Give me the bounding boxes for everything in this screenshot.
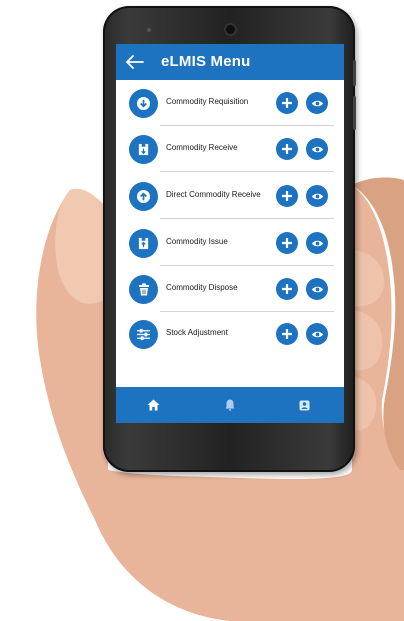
divider: [160, 218, 334, 219]
view-button[interactable]: [306, 185, 328, 207]
arrow-down-circle-icon: [129, 89, 158, 118]
menu-item-label: Direct Commodity Receive: [166, 190, 261, 199]
menu-item-commodity-receive[interactable]: Commodity Receive: [116, 126, 344, 172]
trash-icon: [129, 275, 158, 304]
eye-icon: [311, 286, 323, 292]
profile-icon[interactable]: [297, 398, 311, 412]
back-arrow-icon[interactable]: [126, 55, 144, 69]
add-button[interactable]: [276, 232, 298, 254]
power-button: [353, 96, 356, 130]
app-bar: eLMIS Menu: [116, 44, 344, 80]
plus-icon: [282, 329, 292, 339]
front-camera-icon: [226, 25, 235, 34]
volume-button: [353, 60, 356, 86]
menu-item-label: Commodity Issue: [166, 237, 228, 246]
plus-icon: [282, 238, 292, 248]
page-title: eLMIS Menu: [161, 53, 251, 70]
bottom-nav: [116, 387, 344, 423]
plus-icon: [282, 144, 292, 154]
sliders-icon: [129, 320, 158, 349]
eye-icon: [311, 100, 323, 106]
menu-item-label: Commodity Dispose: [166, 283, 238, 292]
app-screen: eLMIS Menu Commodity Requisition Commodi…: [116, 44, 344, 423]
add-button[interactable]: [276, 92, 298, 114]
view-button[interactable]: [306, 138, 328, 160]
menu-item-commodity-requisition[interactable]: Commodity Requisition: [116, 80, 344, 126]
view-button[interactable]: [306, 278, 328, 300]
menu-item-direct-commodity-receive[interactable]: Direct Commodity Receive: [116, 173, 344, 219]
issue-box-icon: [129, 229, 158, 258]
eye-icon: [311, 193, 323, 199]
view-button[interactable]: [306, 323, 328, 345]
add-button[interactable]: [276, 185, 298, 207]
add-button[interactable]: [276, 278, 298, 300]
plus-icon: [282, 284, 292, 294]
add-button[interactable]: [276, 138, 298, 160]
menu-item-commodity-issue[interactable]: Commodity Issue: [116, 220, 344, 266]
eye-icon: [311, 240, 323, 246]
home-icon[interactable]: [146, 398, 160, 412]
menu-item-label: Commodity Receive: [166, 143, 238, 152]
plus-icon: [282, 191, 292, 201]
eye-icon: [311, 331, 323, 337]
plus-icon: [282, 98, 292, 108]
add-button[interactable]: [276, 323, 298, 345]
eye-icon: [311, 146, 323, 152]
receive-box-icon: [129, 135, 158, 164]
menu-item-label: Commodity Requisition: [166, 97, 249, 106]
sensor-icon: [147, 28, 151, 32]
menu-item-commodity-dispose[interactable]: Commodity Dispose: [116, 266, 344, 312]
view-button[interactable]: [306, 232, 328, 254]
divider: [160, 171, 334, 172]
menu-item-stock-adjustment[interactable]: Stock Adjustment: [116, 311, 344, 357]
menu-item-label: Stock Adjustment: [166, 328, 228, 337]
arrow-up-circle-icon: [129, 182, 158, 211]
bell-icon[interactable]: [223, 398, 237, 412]
view-button[interactable]: [306, 92, 328, 114]
